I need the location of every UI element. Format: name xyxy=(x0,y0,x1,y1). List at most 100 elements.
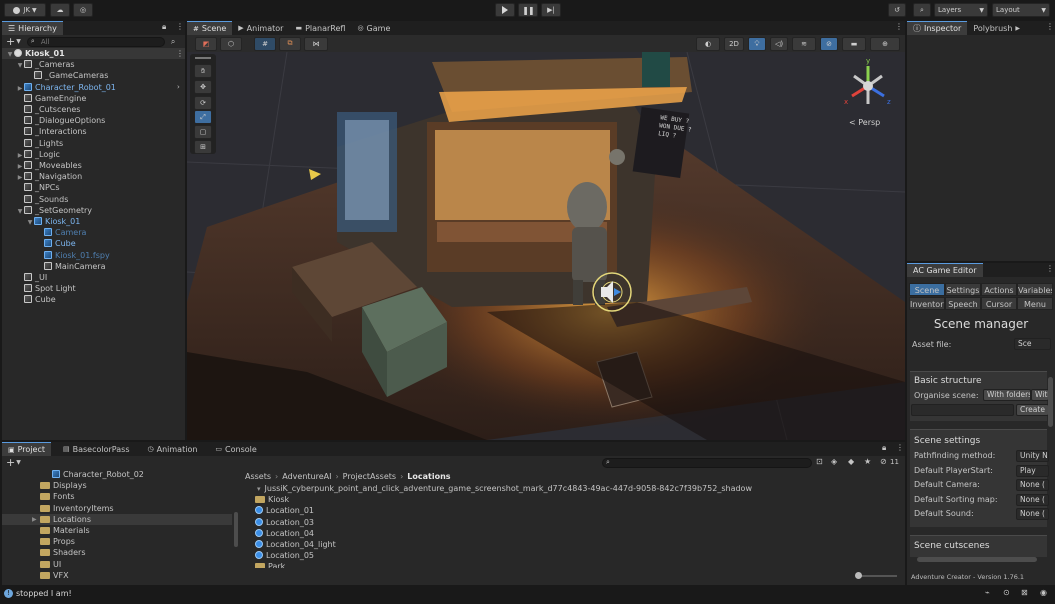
pivot-button[interactable]: ⋈ xyxy=(304,36,328,51)
lighting-toggle[interactable]: 💡︎ xyxy=(748,37,766,51)
increment-snap-button[interactable]: ⧉ xyxy=(279,36,301,51)
status-message[interactable]: stopped I am! xyxy=(16,589,72,598)
tab-animation[interactable]: ◷ Animation xyxy=(142,442,204,456)
tab-polybrush[interactable]: Polybrush ▶ xyxy=(967,21,1026,35)
setting-field[interactable]: Play xyxy=(1016,464,1049,477)
project-file-item[interactable]: Location_04_light xyxy=(245,539,336,550)
hierarchy-item[interactable]: Cube xyxy=(2,238,185,249)
hierarchy-item[interactable]: MainCamera xyxy=(2,261,185,272)
hierarchy-item[interactable]: _GameCameras xyxy=(2,70,185,81)
project-file-item[interactable]: Park xyxy=(245,561,285,568)
create-button[interactable]: Create xyxy=(1016,404,1049,416)
setting-field[interactable]: None ( xyxy=(1016,479,1049,491)
folder-tree-scrollbar[interactable] xyxy=(234,512,238,547)
open-prefab-icon[interactable]: › xyxy=(177,82,180,93)
organise-with-button[interactable]: With xyxy=(1031,389,1049,401)
kebab-menu-icon[interactable]: ⋮ xyxy=(1046,264,1054,273)
tab-ac-game-editor[interactable]: AC Game Editor xyxy=(907,263,983,277)
kebab-menu-icon[interactable]: ⋮ xyxy=(176,48,184,59)
tab-animator[interactable]: ▶ Animator xyxy=(232,21,289,35)
transform-tool[interactable]: ⊞ xyxy=(194,140,212,154)
projection-label[interactable]: < Persp xyxy=(849,118,880,127)
hierarchy-item[interactable]: ▼ Kiosk_01 xyxy=(2,216,185,227)
project-file-item[interactable]: Location_05 xyxy=(245,550,314,561)
effects-button[interactable]: ≋ xyxy=(792,37,816,51)
tab-scene[interactable]: # Scene xyxy=(187,21,233,35)
camera-settings-button[interactable]: ▬ xyxy=(842,37,866,51)
chevron-right-icon[interactable]: ▶ xyxy=(32,514,37,525)
project-folder-item[interactable]: Fonts xyxy=(2,491,232,502)
tab-basecolorpass[interactable]: ▤ BasecolorPass xyxy=(57,442,136,456)
ac-tab-inventory[interactable]: Inventory xyxy=(909,297,945,310)
hierarchy-search-input[interactable]: ⌕ All xyxy=(26,36,165,47)
tab-project[interactable]: ▣ Project xyxy=(2,442,51,456)
project-folder-item[interactable]: VFX xyxy=(2,570,232,581)
2d-toggle[interactable]: 2D xyxy=(724,37,744,51)
hierarchy-item[interactable]: _Sounds xyxy=(2,194,185,205)
tab-game[interactable]: ◎ Game xyxy=(351,21,396,35)
tab-hierarchy[interactable]: ☰ Hierarchy xyxy=(2,21,63,35)
ac-tab-actions[interactable]: Actions xyxy=(981,283,1017,296)
project-folder-item[interactable]: Character_Robot_02 xyxy=(2,469,232,480)
hierarchy-item[interactable]: ▶ _Logic xyxy=(2,149,185,160)
hierarchy-item[interactable]: ▼ Kiosk_01 ⋮ xyxy=(2,48,185,59)
chevron-down-icon[interactable]: ▼ xyxy=(16,38,21,45)
project-file-item[interactable]: Location_04 xyxy=(245,528,314,539)
collab-button[interactable]: ◎ xyxy=(73,3,93,17)
tab-inspector[interactable]: ⓘ Inspector xyxy=(907,21,968,35)
setting-field[interactable]: Unity N xyxy=(1016,450,1049,462)
scale-tool[interactable]: ⤢ xyxy=(194,110,212,124)
add-icon[interactable]: + xyxy=(6,456,15,469)
project-search-input[interactable]: ⌕ xyxy=(602,458,812,468)
hierarchy-item[interactable]: GameEngine xyxy=(2,93,185,104)
search-by-type-icon[interactable]: ⊡ xyxy=(816,457,823,466)
ac-tab-speech[interactable]: Speech xyxy=(945,297,981,310)
hierarchy-item[interactable]: _NPCs xyxy=(2,182,185,193)
organise-folders-button[interactable]: With folders xyxy=(983,389,1031,401)
tab-console[interactable]: ▭ Console xyxy=(209,442,262,456)
kebab-menu-icon[interactable]: ⋮ xyxy=(895,22,903,31)
audio-toggle[interactable]: ◁) xyxy=(770,37,788,51)
ac-tab-scene[interactable]: Scene xyxy=(909,283,945,296)
visibility-toggle[interactable]: ⊘ xyxy=(820,37,838,51)
tab-planarrefl[interactable]: ▬ PlanarRefl xyxy=(289,21,351,35)
ac-tab-cursor[interactable]: Cursor xyxy=(981,297,1017,310)
hierarchy-item[interactable]: ▶ Character_Robot_01 › xyxy=(2,82,185,93)
hierarchy-item[interactable]: _Interactions xyxy=(2,126,185,137)
check-icon[interactable]: ◉ xyxy=(1040,588,1047,597)
hierarchy-item[interactable]: Camera xyxy=(2,227,185,238)
project-folder-item[interactable]: UI xyxy=(2,559,232,570)
chevron-down-icon[interactable]: ▼ xyxy=(16,459,21,466)
project-file-item[interactable]: Location_01 xyxy=(245,505,314,516)
layout-dropdown[interactable]: Layout ▼ xyxy=(992,3,1050,17)
breadcrumb-item[interactable]: Assets xyxy=(245,472,271,481)
draw-mode-button[interactable]: ◩ xyxy=(195,36,217,51)
hierarchy-item[interactable]: Kiosk_01.fspy xyxy=(2,250,185,261)
hierarchy-item[interactable]: Cube xyxy=(2,294,185,305)
progress-icon[interactable]: ⌁ xyxy=(985,588,990,597)
setting-field[interactable]: None ( xyxy=(1016,493,1049,506)
project-folder-item[interactable]: Props xyxy=(2,536,232,547)
cloud-button[interactable]: ☁ xyxy=(50,3,70,17)
hierarchy-item[interactable]: ▶ _Navigation xyxy=(2,171,185,182)
lock-icon[interactable]: 🔒︎ xyxy=(162,22,166,32)
ac-tab-settings[interactable]: Settings xyxy=(945,283,981,296)
search-by-label-icon[interactable]: ◈ xyxy=(831,457,837,466)
ac-horizontal-scrollbar[interactable] xyxy=(917,557,1037,562)
orientation-gizmo[interactable]: y x z xyxy=(842,57,894,112)
project-folder-item[interactable]: InventoryItems xyxy=(2,503,232,514)
settings-status-icon[interactable]: ⊙ xyxy=(1003,588,1010,597)
move-tool[interactable]: ✥ xyxy=(194,80,212,94)
ac-vertical-scrollbar[interactable] xyxy=(1048,377,1053,427)
add-icon[interactable]: + xyxy=(6,35,15,48)
hierarchy-item[interactable]: ▼ _Cameras xyxy=(2,59,185,70)
step-button[interactable]: ▶| xyxy=(541,3,561,17)
ac-tab-menu[interactable]: Menu xyxy=(1017,297,1053,310)
breadcrumb-item[interactable]: AdventureAI xyxy=(282,472,331,481)
project-folder-item[interactable]: Displays xyxy=(2,480,232,491)
hierarchy-item[interactable]: _Lights xyxy=(2,138,185,149)
tag-icon[interactable]: ◆ xyxy=(848,457,854,466)
project-folder-item[interactable]: Shaders xyxy=(2,547,232,558)
gizmos-button[interactable]: ⊕ xyxy=(870,37,900,51)
kebab-menu-icon[interactable]: ⋮ xyxy=(896,443,904,452)
